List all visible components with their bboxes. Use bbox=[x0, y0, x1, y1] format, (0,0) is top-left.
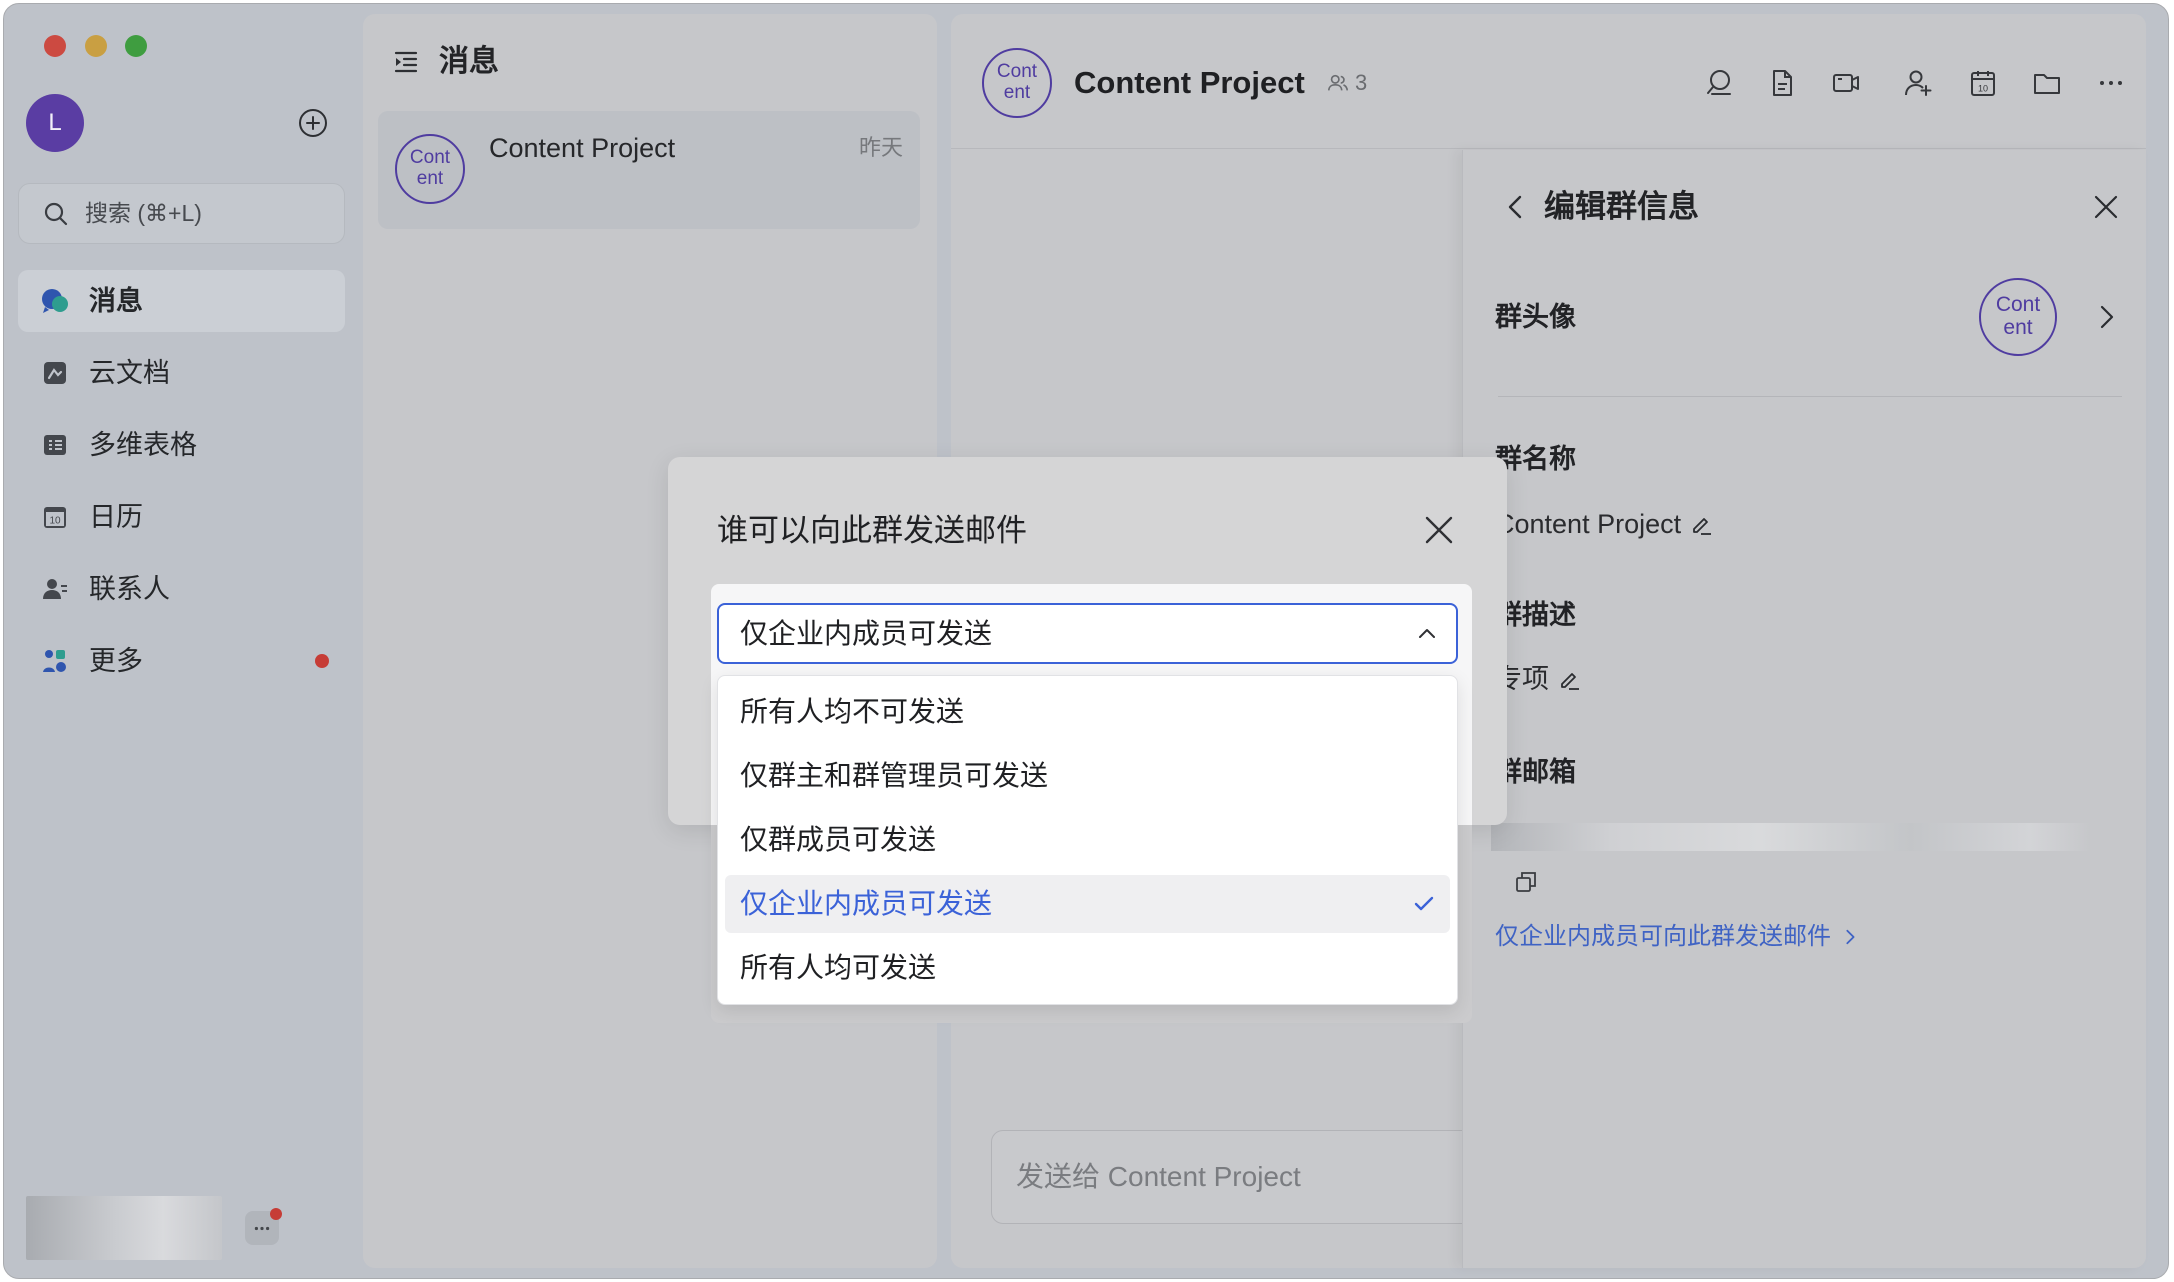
search-icon[interactable] bbox=[1704, 68, 1734, 98]
section-divider bbox=[1498, 396, 2122, 397]
user-avatar-initial: L bbox=[48, 109, 62, 136]
add-button[interactable] bbox=[298, 108, 328, 138]
sidebar-item-contacts[interactable]: 联系人 bbox=[18, 558, 345, 620]
group-avatar: Cont ent bbox=[395, 134, 465, 204]
search-input[interactable] bbox=[85, 184, 335, 243]
conversation-time: 昨天 bbox=[858, 135, 903, 160]
contacts-icon bbox=[43, 579, 67, 599]
chevron-right-icon bbox=[1846, 929, 1855, 945]
option-label: 仅群主和群管理员可发送 bbox=[740, 760, 1049, 791]
chat-title: Content Project bbox=[1074, 65, 1305, 100]
group-avatar-label: 群头像 bbox=[1495, 302, 1576, 332]
avatar-text-line: Cont bbox=[409, 147, 451, 169]
avatar-text-line: Cont bbox=[996, 61, 1038, 83]
calendar-icon-day: 10 bbox=[1978, 84, 1988, 94]
docs-icon bbox=[44, 362, 66, 384]
sidebar-item-label: 多维表格 bbox=[89, 430, 197, 460]
member-count[interactable]: 3 bbox=[1327, 69, 1367, 97]
avatar-text-line: ent bbox=[1003, 82, 1031, 103]
base-table-icon bbox=[44, 435, 66, 455]
blurred-mailbox-address bbox=[1491, 823, 2090, 851]
sidebar-item-label: 消息 bbox=[89, 286, 143, 316]
chat-group-avatar[interactable]: Cont ent bbox=[982, 48, 1052, 118]
option-label: 所有人均不可发送 bbox=[740, 696, 965, 727]
permission-dropdown: 所有人均不可发送 仅群主和群管理员可发送 仅群成员可发送 仅企业内成员可发送 所… bbox=[717, 675, 1458, 1005]
messages-icon bbox=[42, 289, 68, 313]
sidebar-item-base[interactable]: 多维表格 bbox=[18, 414, 345, 476]
option-label: 所有人均可发送 bbox=[740, 952, 937, 983]
notification-badge bbox=[315, 654, 329, 668]
dropdown-option[interactable]: 仅群成员可发送 bbox=[725, 811, 1450, 869]
calendar-icon: 10 bbox=[44, 507, 66, 528]
search-box[interactable] bbox=[18, 183, 345, 244]
add-member-icon[interactable] bbox=[1903, 68, 1933, 98]
avatar-text-line: ent bbox=[416, 168, 444, 189]
user-avatar[interactable]: L bbox=[26, 94, 84, 152]
video-call-icon[interactable] bbox=[1831, 68, 1861, 98]
avatar-text-line: Cont bbox=[1995, 293, 2041, 317]
zoom-window-button[interactable] bbox=[125, 35, 147, 57]
back-chevron-icon[interactable] bbox=[1503, 194, 1529, 220]
chevron-right-icon[interactable] bbox=[2093, 304, 2119, 330]
sidebar-item-more[interactable]: 更多 bbox=[18, 630, 345, 692]
option-label: 仅企业内成员可发送 bbox=[740, 888, 993, 919]
checkmark-icon bbox=[1414, 896, 1434, 911]
dropdown-option[interactable]: 仅群主和群管理员可发送 bbox=[725, 747, 1450, 805]
pencil-icon[interactable] bbox=[1557, 667, 1581, 691]
chat-bubble-icon bbox=[254, 1226, 270, 1230]
group-name-value[interactable]: Content Project bbox=[1495, 506, 1713, 542]
calendar-icon[interactable]: 10 bbox=[1968, 68, 1998, 98]
pencil-icon[interactable] bbox=[1689, 512, 1713, 536]
header-divider bbox=[951, 148, 2146, 149]
close-icon[interactable] bbox=[2093, 194, 2119, 220]
option-label: 仅群成员可发送 bbox=[740, 824, 937, 855]
group-description-value[interactable]: 专项 bbox=[1495, 661, 1581, 697]
permission-select-field[interactable]: 仅企业内成员可发送 bbox=[717, 603, 1458, 664]
panel-title: 编辑群信息 bbox=[1544, 189, 1699, 224]
conversation-item[interactable]: Cont ent Content Project 昨天 bbox=[378, 111, 920, 229]
sidebar-item-label: 更多 bbox=[89, 646, 143, 676]
group-description-label: 群描述 bbox=[1495, 600, 1576, 630]
members-icon bbox=[1328, 74, 1348, 91]
mail-permission-link[interactable]: 仅企业内成员可向此群发送邮件 bbox=[1495, 921, 1859, 953]
group-name-text: Content Project bbox=[1495, 509, 1682, 539]
minimize-window-button[interactable] bbox=[85, 35, 107, 57]
message-input-placeholder: 发送给 Content Project bbox=[1016, 1161, 1301, 1192]
avatar-text-line: ent bbox=[2003, 316, 2033, 339]
permission-select: 仅企业内成员可发送 所有人均不可发送 仅群主和群管理员可发送 仅群成员可发送 仅… bbox=[711, 584, 1472, 1023]
plus-circle-icon bbox=[299, 109, 327, 137]
dropdown-option-selected[interactable]: 仅企业内成员可发送 bbox=[725, 875, 1450, 933]
selected-value: 仅企业内成员可发送 bbox=[740, 618, 993, 649]
group-mailbox-label: 群邮箱 bbox=[1495, 757, 1576, 787]
chevron-up-icon bbox=[1419, 629, 1435, 638]
calendar-icon-day: 10 bbox=[49, 516, 61, 527]
dialog-title: 谁可以向此群发送邮件 bbox=[717, 513, 1027, 548]
sidebar-item-label: 联系人 bbox=[89, 574, 170, 604]
group-name-label: 群名称 bbox=[1495, 444, 1576, 474]
more-icon[interactable] bbox=[2096, 68, 2126, 98]
sidebar-item-docs[interactable]: 云文档 bbox=[18, 342, 345, 404]
message-list-title: 消息 bbox=[439, 45, 499, 78]
member-count-value: 3 bbox=[1355, 70, 1368, 95]
list-toggle-icon[interactable] bbox=[392, 48, 420, 76]
mail-permission-text: 仅企业内成员可向此群发送邮件 bbox=[1495, 923, 1831, 950]
document-icon[interactable] bbox=[1767, 68, 1797, 98]
more-apps-icon bbox=[43, 650, 66, 672]
close-icon[interactable] bbox=[1423, 514, 1455, 546]
notification-badge bbox=[270, 1208, 282, 1220]
dropdown-option[interactable]: 所有人均不可发送 bbox=[725, 683, 1450, 741]
close-window-button[interactable] bbox=[44, 35, 66, 57]
sidebar-item-calendar[interactable]: 10 日历 bbox=[18, 486, 345, 548]
search-icon bbox=[44, 202, 68, 226]
sidebar-item-label: 日历 bbox=[89, 502, 143, 532]
blurred-account-info bbox=[26, 1196, 222, 1260]
copy-icon[interactable] bbox=[1513, 869, 1539, 895]
group-info-panel: 编辑群信息 群头像 Cont ent 群名称 Content Project 群… bbox=[1462, 150, 2146, 1268]
sidebar-item-label: 云文档 bbox=[89, 358, 170, 388]
group-avatar[interactable]: Cont ent bbox=[1979, 278, 2057, 356]
folder-icon[interactable] bbox=[2032, 68, 2062, 98]
conversation-title: Content Project bbox=[489, 133, 676, 163]
sidebar-item-messages[interactable]: 消息 bbox=[18, 270, 345, 332]
dropdown-option[interactable]: 所有人均可发送 bbox=[725, 939, 1450, 997]
